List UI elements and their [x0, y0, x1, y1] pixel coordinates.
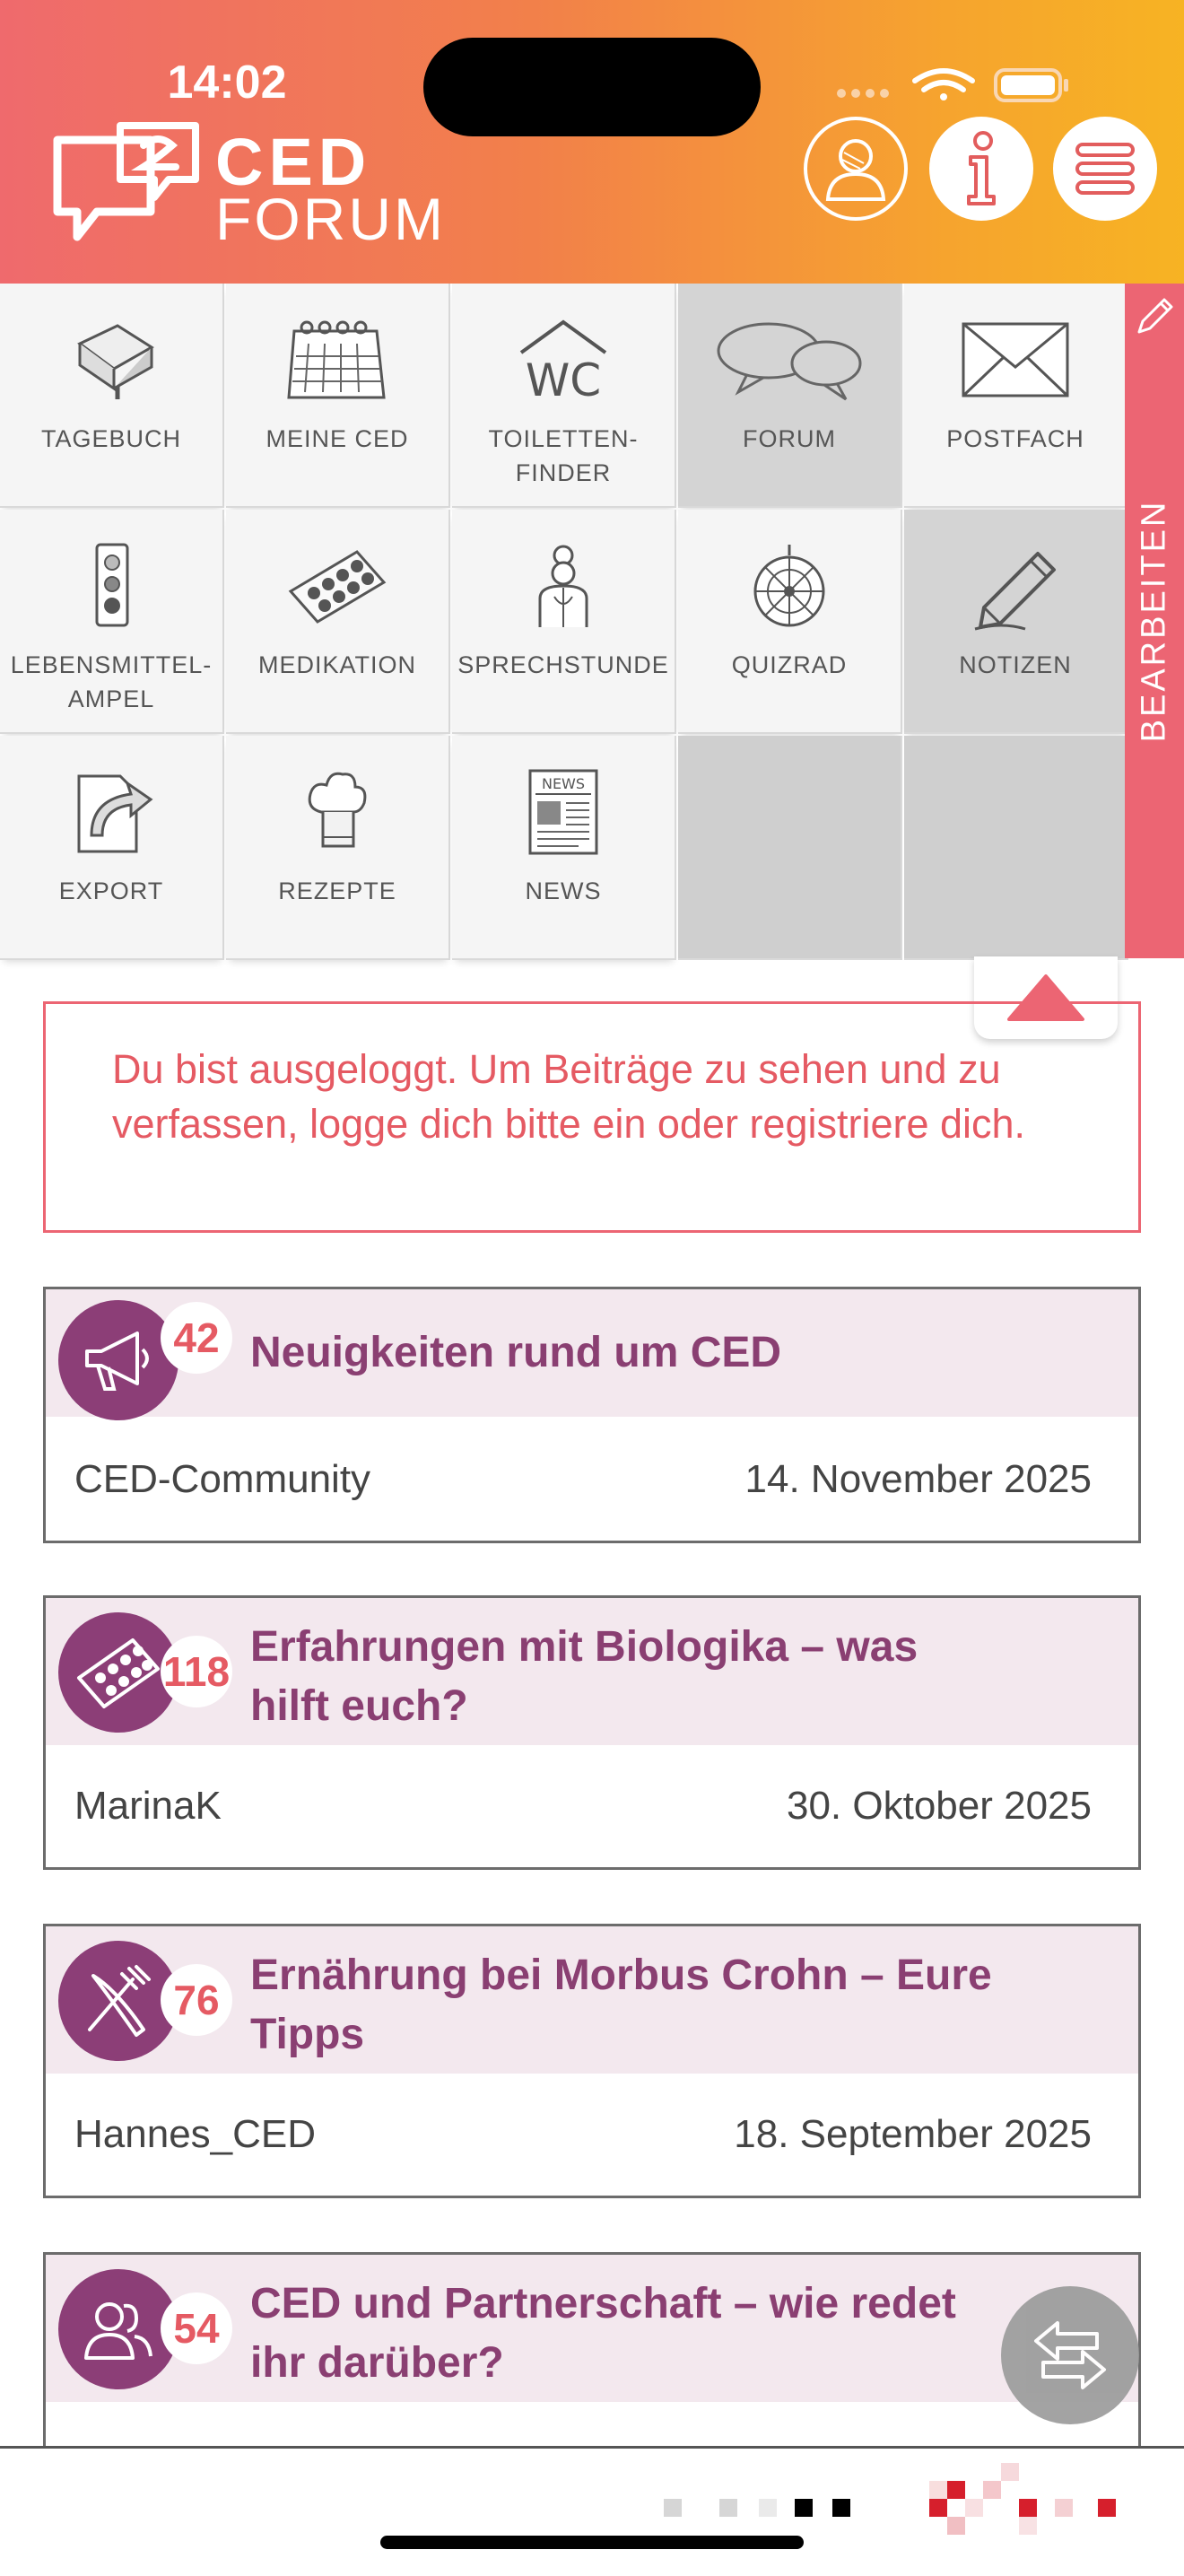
tile-empty	[678, 736, 902, 960]
chef-hat-icon	[308, 772, 367, 848]
post-date: 14. November 2025	[744, 1457, 1092, 1501]
post-count-badge: 76	[161, 1964, 232, 2036]
post-author: CED-Community	[74, 1457, 371, 1501]
signal-icon	[837, 89, 889, 98]
post-count-badge: 118	[161, 1636, 232, 1707]
post-title[interactable]: Erfahrungen mit Biologika – was hilft eu…	[250, 1618, 1004, 1736]
forum-post[interactable]: 42 Neuigkeiten rund um CED CED-Community…	[43, 1287, 1141, 1543]
wc-icon: WC	[519, 319, 607, 403]
wifi-icon	[912, 68, 975, 100]
post-meta: Hannes_CED 18. September 2025	[46, 2074, 1138, 2196]
logged-out-notice: Du bist ausgeloggt. Um Beiträge zu sehen…	[43, 1001, 1141, 1233]
fork-knife-icon	[88, 1965, 151, 2037]
hamburger-menu-icon	[1075, 143, 1135, 195]
post-count-badge: 42	[161, 1302, 232, 1374]
tile-forum[interactable]: FORUM	[678, 284, 902, 508]
tile-export[interactable]: EXPORT	[0, 736, 224, 960]
edit-label: BEARBEITEN	[1135, 499, 1173, 743]
quiz-wheel-icon	[753, 545, 825, 627]
speech-bubbles-icon	[717, 322, 862, 401]
menu-button[interactable]	[1053, 117, 1157, 221]
forum-post[interactable]: 118 Erfahrungen mit Biologika – was hilf…	[43, 1595, 1141, 1870]
post-author: MarinaK	[74, 1784, 222, 1828]
logo-subtitle: FORUM	[215, 186, 446, 252]
tile-rezepte[interactable]: REZEPTE	[226, 736, 450, 960]
ced-forum-logo-icon	[53, 122, 199, 241]
envelope-icon	[962, 322, 1069, 397]
post-date: 18. September 2025	[734, 2112, 1092, 2156]
pencil-notes-icon	[974, 552, 1056, 631]
calendar-icon	[287, 320, 386, 399]
svg-text:NEWS: NEWS	[542, 775, 585, 792]
info-button[interactable]	[929, 117, 1033, 221]
info-icon	[967, 131, 996, 205]
post-title[interactable]: CED und Partnerschaft – wie redet ihr da…	[250, 2275, 1004, 2393]
tile-tagebuch[interactable]: TAGEBUCH	[0, 284, 224, 508]
battery-icon	[994, 68, 1068, 102]
pill-blister-icon	[288, 550, 387, 624]
export-document-icon	[77, 774, 153, 853]
post-title[interactable]: Neuigkeiten rund um CED	[250, 1323, 1004, 1383]
tile-label: POSTFACH	[946, 425, 1084, 452]
post-date: 30. Oktober 2025	[786, 1784, 1092, 1828]
tile-label: SPRECHSTUNDE	[457, 651, 669, 678]
tile-label: REZEPTE	[278, 878, 396, 904]
tile-label: TAGEBUCH	[40, 425, 181, 452]
post-count-badge: 54	[161, 2292, 232, 2364]
tile-news[interactable]: NEWS NEWS	[452, 736, 676, 960]
post-meta: MarinaK 30. Oktober 2025	[46, 1745, 1138, 1867]
people-icon	[84, 2302, 152, 2360]
megaphone-icon	[85, 1332, 149, 1391]
tile-empty	[904, 736, 1128, 960]
doctor-icon	[538, 545, 588, 627]
dynamic-island	[423, 38, 761, 136]
tile-quizrad[interactable]: QUIZRAD	[678, 510, 902, 734]
status-time: 14:02	[167, 57, 287, 109]
status-icons	[837, 68, 1068, 102]
pencil-icon	[1137, 298, 1173, 334]
tile-label: TOILETTEN- FINDER	[488, 425, 639, 486]
swap-arrows-icon	[1034, 2321, 1106, 2389]
tile-sprechstunde[interactable]: SPRECHSTUNDE	[452, 510, 676, 734]
traffic-light-icon	[95, 543, 129, 627]
bottom-bar	[0, 2446, 1184, 2576]
user-icon	[825, 139, 886, 201]
post-author: Hannes_CED	[74, 2112, 317, 2156]
tile-label: MEDIKATION	[257, 651, 416, 678]
post-title[interactable]: Ernährung bei Morbus Crohn – Eure Tipps	[250, 1946, 1004, 2065]
tile-meine-ced[interactable]: MEINE CED	[226, 284, 450, 508]
forum-post[interactable]: 76 Ernährung bei Morbus Crohn – Eure Tip…	[43, 1924, 1141, 2198]
tile-label: NOTIZEN	[959, 651, 1072, 678]
tile-label: LEBENSMITTEL- AMPEL	[10, 651, 213, 712]
post-meta: CED-Community 14. November 2025	[46, 1419, 1138, 1541]
profile-button[interactable]	[804, 117, 908, 221]
tile-label: EXPORT	[58, 878, 164, 904]
tile-label: FORUM	[743, 425, 836, 452]
tile-lebensmittelampel[interactable]: LEBENSMITTEL- AMPEL	[0, 510, 224, 734]
edit-tiles-button[interactable]: BEARBEITEN	[1125, 284, 1184, 958]
pill-blister-icon	[77, 1638, 160, 1708]
feature-tile-grid: TAGEBUCH MEINE CED WC TOILETTEN- FINDER …	[0, 284, 1128, 960]
tile-medikation[interactable]: MEDIKATION	[226, 510, 450, 734]
tile-notizen[interactable]: NOTIZEN	[904, 510, 1128, 734]
post-category-avatar	[58, 1300, 178, 1420]
home-indicator	[380, 2536, 804, 2549]
tile-toilettenfinder[interactable]: WC TOILETTEN- FINDER	[452, 284, 676, 508]
tile-label: MEINE CED	[266, 425, 409, 452]
newspaper-icon: NEWS	[528, 769, 598, 855]
tile-postfach[interactable]: POSTFACH	[904, 284, 1128, 508]
tile-label: NEWS	[525, 878, 602, 904]
diary-book-icon	[77, 324, 154, 399]
app-header: 14:02 CED FORUM	[0, 0, 1184, 284]
switch-view-button[interactable]	[1001, 2286, 1139, 2424]
svg-text:WC: WC	[526, 354, 601, 403]
tile-label: QUIZRAD	[731, 651, 848, 678]
